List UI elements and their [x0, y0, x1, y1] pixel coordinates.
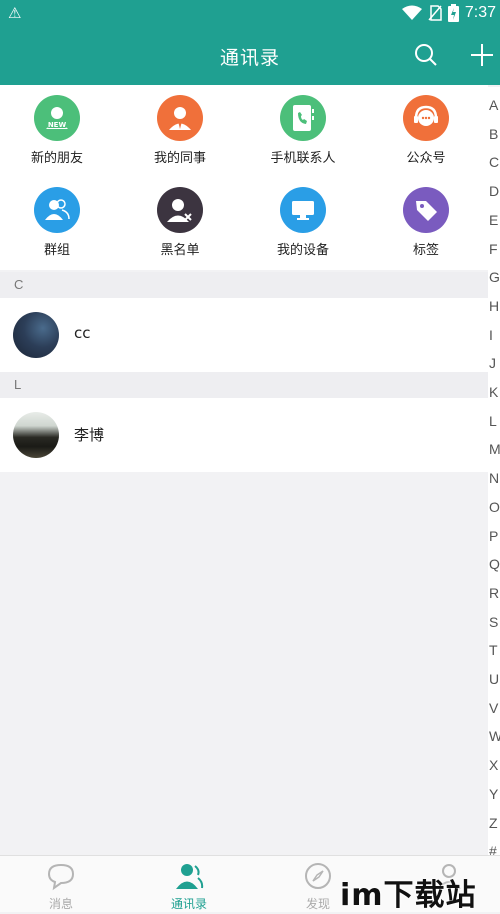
- index-letter[interactable]: H: [489, 298, 500, 320]
- quick-official-accounts[interactable]: 公众号: [366, 85, 486, 175]
- index-letter[interactable]: B: [489, 126, 500, 148]
- contact-row[interactable]: 李博: [0, 398, 488, 472]
- tag-icon: [403, 187, 449, 233]
- add-icon[interactable]: [470, 43, 494, 67]
- warning-icon: ⚠: [8, 4, 22, 22]
- section-header-c: C: [0, 272, 488, 298]
- index-letter[interactable]: O: [489, 499, 500, 521]
- index-letter[interactable]: S: [489, 614, 500, 636]
- tab-messages[interactable]: 消息: [0, 856, 122, 912]
- contact-name: cc: [74, 324, 91, 342]
- headset-icon: [403, 95, 449, 141]
- quick-groups[interactable]: 群组: [0, 177, 117, 267]
- index-letter[interactable]: R: [489, 585, 500, 607]
- index-letter[interactable]: Y: [489, 786, 500, 808]
- index-letter[interactable]: P: [489, 528, 500, 550]
- status-time: 7:37: [464, 4, 496, 21]
- quick-actions-grid: NEW 新的朋友 我的同事 手机联系人 公众号 群组 黑名单 我的设备 标签: [0, 85, 488, 270]
- quick-phone-contacts[interactable]: 手机联系人: [243, 85, 363, 175]
- section-header-l: L: [0, 372, 488, 398]
- index-letter[interactable]: C: [489, 154, 500, 176]
- index-letter[interactable]: I: [489, 327, 500, 349]
- index-letter[interactable]: G: [489, 269, 500, 291]
- quick-blacklist[interactable]: 黑名单: [120, 177, 240, 267]
- index-letter[interactable]: Q: [489, 556, 500, 578]
- tab-label: 通讯录: [170, 897, 207, 911]
- avatar: [13, 412, 59, 458]
- app-header: ⚠ 7:37 通讯录: [0, 0, 500, 85]
- quick-label: 黑名单: [160, 243, 200, 258]
- new-friend-icon: NEW: [34, 95, 80, 141]
- quick-label: 我的同事: [153, 151, 206, 166]
- status-bar: ⚠ 7:37: [0, 0, 500, 26]
- quick-label: 公众号: [406, 151, 446, 166]
- phone-contacts-icon: [280, 95, 326, 141]
- watermark: im下载站: [340, 878, 477, 913]
- index-letter[interactable]: L: [489, 413, 500, 435]
- quick-colleagues[interactable]: 我的同事: [120, 85, 240, 175]
- tab-contacts[interactable]: 通讯录: [128, 856, 250, 912]
- quick-tags[interactable]: 标签: [366, 177, 486, 267]
- blacklist-icon: [157, 187, 203, 233]
- index-letter[interactable]: J: [489, 355, 500, 377]
- alphabet-index-bar[interactable]: A B C D E F G H I J K L M N O P Q R S T U V W X Y Z #: [488, 87, 500, 859]
- quick-label: 我的设备: [276, 243, 329, 258]
- index-letter[interactable]: K: [489, 384, 500, 406]
- index-letter[interactable]: D: [489, 183, 500, 205]
- quick-my-devices[interactable]: 我的设备: [243, 177, 363, 267]
- group-icon: [34, 187, 80, 233]
- index-letter[interactable]: U: [489, 671, 500, 693]
- tab-label: 消息: [48, 897, 73, 911]
- contact-name: 李博: [74, 426, 105, 444]
- index-letter[interactable]: M: [489, 441, 500, 463]
- index-letter[interactable]: T: [489, 642, 500, 664]
- contact-row[interactable]: cc: [0, 298, 488, 372]
- index-letter[interactable]: N: [489, 470, 500, 492]
- quick-label: 标签: [412, 243, 439, 258]
- device-icon: [280, 187, 326, 233]
- search-icon[interactable]: [414, 43, 438, 67]
- quick-label: 手机联系人: [270, 151, 336, 166]
- wifi-icon: [401, 5, 422, 20]
- svg-text:NEW: NEW: [48, 121, 67, 129]
- contacts-icon: [176, 864, 204, 889]
- quick-label: 新的朋友: [30, 151, 83, 166]
- colleague-icon: [157, 95, 203, 141]
- quick-label: 群组: [43, 243, 70, 258]
- index-letter[interactable]: Z: [489, 815, 500, 837]
- index-letter[interactable]: E: [489, 212, 500, 234]
- index-letter[interactable]: A: [489, 97, 500, 119]
- index-letter[interactable]: F: [489, 241, 500, 263]
- battery-charging-icon: [447, 4, 459, 22]
- index-letter[interactable]: W: [489, 728, 500, 750]
- index-letter[interactable]: X: [489, 757, 500, 779]
- index-letter[interactable]: V: [489, 700, 500, 722]
- quick-new-friends[interactable]: NEW 新的朋友: [0, 85, 117, 175]
- chat-bubble-icon: [47, 863, 75, 891]
- no-sim-icon: [428, 5, 442, 21]
- compass-icon: [305, 863, 331, 889]
- avatar: [13, 312, 59, 358]
